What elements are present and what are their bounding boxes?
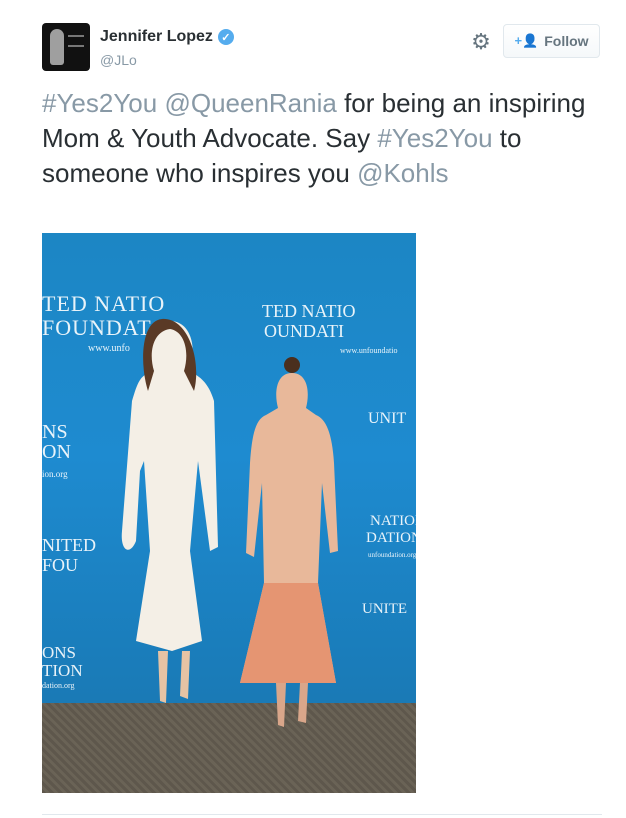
user-handle[interactable]: @JLo: [100, 52, 137, 68]
backdrop-text: dation.org: [42, 681, 75, 690]
tweet-photo[interactable]: TED NATIO FOUNDAT www.unfo TED NATIO OUN…: [42, 233, 416, 793]
backdrop-text: TED NATIO: [262, 301, 356, 321]
avatar-figure: [50, 29, 64, 65]
backdrop-text: DATION: [366, 530, 416, 546]
backdrop-text: NITED: [42, 535, 96, 555]
backdrop-text: unfoundation.org: [368, 551, 416, 559]
add-user-icon: +👤: [514, 33, 539, 48]
user-name-row[interactable]: Jennifer Lopez ✓: [100, 28, 234, 46]
mention-link[interactable]: @Kohls: [357, 158, 448, 188]
person-left-silhouette: [121, 318, 218, 703]
tweet-divider: [42, 814, 602, 815]
gear-icon[interactable]: ⚙: [470, 31, 492, 53]
hashtag-link[interactable]: #Yes2You: [42, 88, 157, 118]
verified-badge-icon: ✓: [217, 29, 234, 45]
backdrop-text: UNITE: [362, 601, 407, 617]
follow-label: Follow: [544, 33, 589, 49]
backdrop-text: OUNDATI: [264, 321, 344, 341]
person-right-silhouette: [240, 357, 338, 727]
backdrop-text: TION: [42, 661, 83, 680]
mention-link[interactable]: @QueenRania: [164, 88, 336, 118]
backdrop-text: ON: [42, 441, 71, 463]
backdrop-text: FOU: [42, 555, 79, 575]
follow-button[interactable]: +👤 Follow: [503, 24, 600, 58]
user-name[interactable]: Jennifer Lopez: [100, 28, 213, 46]
avatar-logo-mark: [68, 35, 84, 47]
backdrop-text: ion.org: [42, 469, 68, 479]
backdrop-text: ONS: [42, 643, 77, 662]
hashtag-link[interactable]: #Yes2You: [377, 123, 492, 153]
backdrop-text: NATIONS: [370, 513, 416, 529]
avatar[interactable]: [42, 23, 90, 71]
backdrop-text: UNIT: [368, 410, 407, 427]
tweet-text: #Yes2You @QueenRania for being an inspir…: [42, 86, 602, 191]
